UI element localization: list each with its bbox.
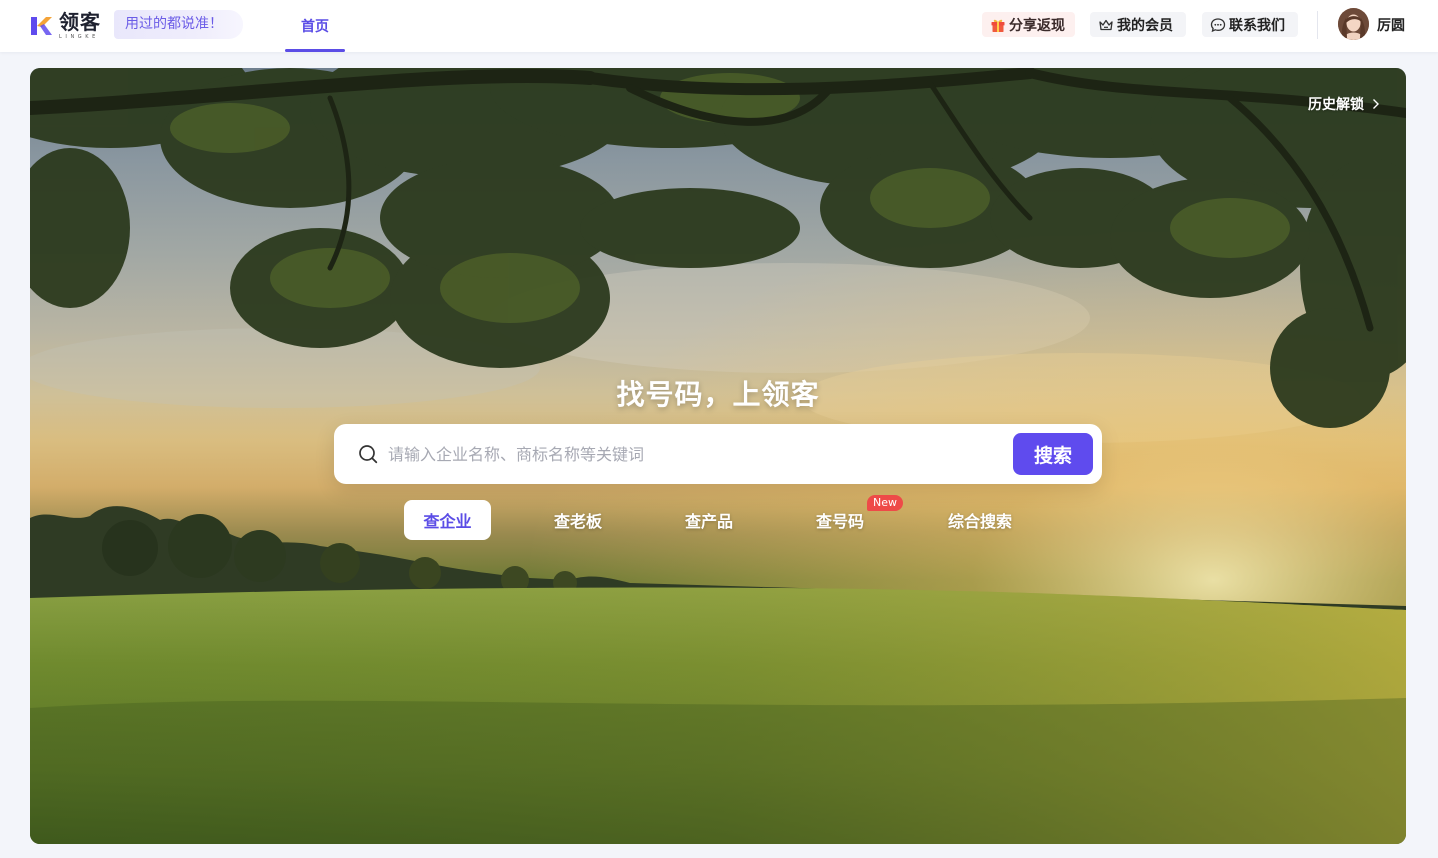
app-logo[interactable]: 领客 LINGKE bbox=[28, 10, 101, 42]
tab-comprehensive-search[interactable]: 综合搜索 bbox=[934, 500, 1026, 540]
search-icon bbox=[359, 445, 378, 464]
logo-mark-icon bbox=[31, 17, 52, 35]
logo-name: 领客 bbox=[59, 10, 101, 34]
chevron-right-icon bbox=[1373, 99, 1379, 109]
contact-us-button[interactable]: 联系我们 bbox=[1202, 12, 1298, 37]
nav-tab-home[interactable]: 首页 bbox=[285, 0, 345, 52]
chat-bubble-icon bbox=[1210, 17, 1226, 32]
logo-subtitle: LINGKE bbox=[59, 34, 99, 40]
hero-search-banner: 历史解锁 找号码，上领客 搜索 查企业 查老板 查产品 查号码 New 综合搜索 bbox=[30, 68, 1406, 844]
header-divider bbox=[1317, 11, 1318, 39]
search-button[interactable]: 搜索 bbox=[1013, 433, 1093, 475]
hero-title: 找号码，上领客 bbox=[616, 378, 820, 411]
crown-icon bbox=[1099, 19, 1113, 30]
history-unlock-link[interactable]: 历史解锁 bbox=[1308, 94, 1380, 114]
history-unlock-label: 历史解锁 bbox=[1308, 97, 1364, 113]
tab-search-boss[interactable]: 查老板 bbox=[534, 500, 622, 540]
slogan-banner: 用过的都说准！ bbox=[114, 10, 243, 39]
new-badge: New bbox=[867, 495, 903, 511]
username[interactable]: 厉圆 bbox=[1377, 15, 1405, 35]
tab-search-product[interactable]: 查产品 bbox=[665, 500, 753, 540]
share-cashback-button[interactable]: 分享返现 bbox=[982, 12, 1075, 37]
top-navigation-bar: 领客 LINGKE 用过的都说准！ 首页 分享返现 我的会员 联系我们 厉圆 bbox=[0, 0, 1438, 52]
contact-us-label: 联系我们 bbox=[1229, 17, 1285, 34]
user-avatar[interactable] bbox=[1338, 8, 1369, 40]
search-input[interactable] bbox=[386, 438, 1006, 470]
share-cashback-label: 分享返现 bbox=[1009, 17, 1065, 34]
logo-text: 领客 LINGKE bbox=[59, 12, 101, 40]
gift-icon bbox=[991, 19, 1005, 32]
avatar-portrait-icon bbox=[1338, 8, 1369, 40]
tab-search-company[interactable]: 查企业 bbox=[404, 500, 491, 540]
my-membership-button[interactable]: 我的会员 bbox=[1090, 12, 1186, 37]
search-bar: 搜索 bbox=[334, 424, 1102, 484]
my-membership-label: 我的会员 bbox=[1117, 17, 1173, 34]
